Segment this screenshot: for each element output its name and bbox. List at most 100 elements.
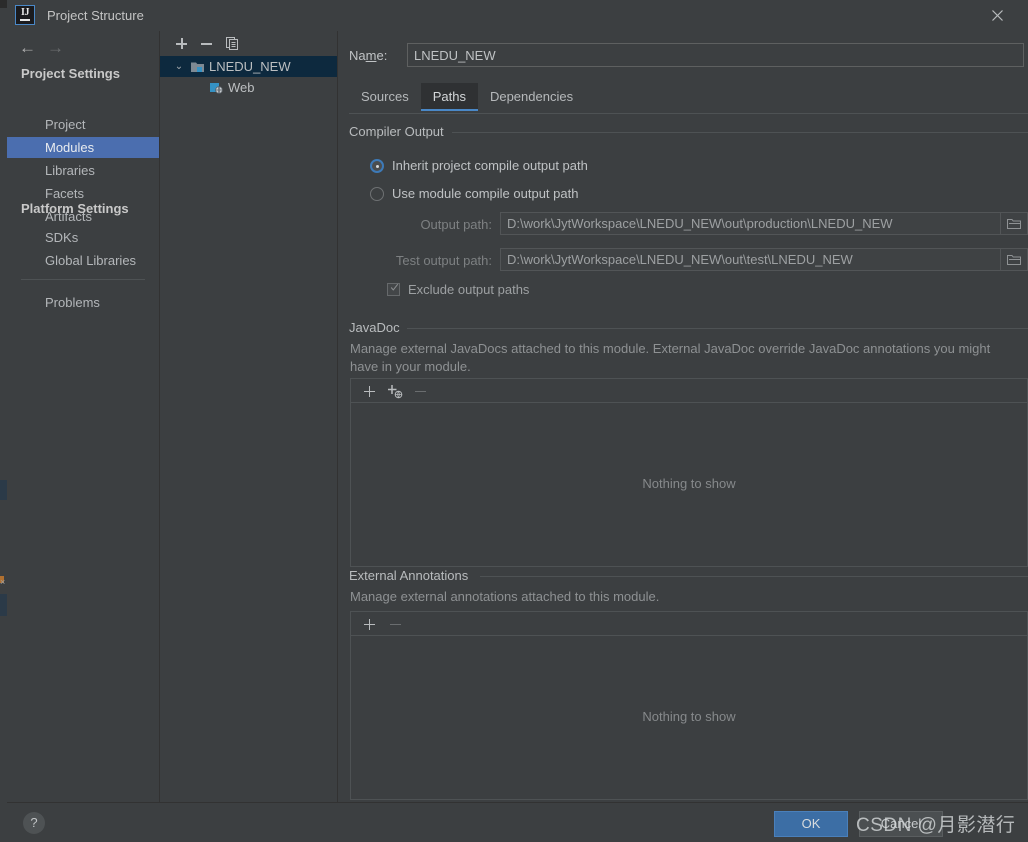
minus-icon [389,619,401,630]
edge-artifact [0,594,7,616]
output-path-field[interactable]: D:\work\JytWorkspace\LNEDU_NEW\out\produ… [500,212,1010,235]
help-button[interactable]: ? [23,812,45,834]
compiler-output-title: Compiler Output [349,124,450,139]
forward-arrow-icon[interactable]: → [47,39,64,56]
module-tree-rows: ⌄ LNEDU_NEW Web [160,56,337,98]
edge-artifact-glyph: × [0,577,6,587]
plus-icon [176,38,187,49]
ok-button[interactable]: OK [774,811,848,837]
tabs-underline [349,113,1028,114]
external-annotations-empty-text: Nothing to show [642,709,736,724]
test-output-path-browse-button[interactable] [1000,248,1028,271]
add-annotation-path-button[interactable] [360,615,378,633]
external-annotations-divider [480,576,1028,577]
external-annotations-group: External Annotations Manage external ann… [349,568,1028,803]
javadoc-description: Manage external JavaDocs attached to thi… [350,341,991,374]
copy-icon [226,37,238,50]
module-name-label: Name: [349,48,387,63]
sidebar-item-project[interactable]: Project [7,114,159,135]
plus-icon [363,618,375,630]
module-tree-toolbar [160,31,337,56]
intellij-logo-icon: IJ [15,5,35,25]
name-label-prefix: Na [349,48,366,63]
intellij-logo-text: IJ [21,7,29,18]
add-javadoc-url-button[interactable] [386,382,404,400]
plus-icon [363,385,375,397]
javadoc-group: JavaDoc Manage external JavaDocs attache… [349,320,1028,575]
javadoc-title: JavaDoc [349,320,406,335]
web-facet-icon [210,83,223,94]
tree-node-module[interactable]: ⌄ LNEDU_NEW [160,56,337,77]
project-structure-dialog-window: set.css.root.css.ver.bottom: color: #717… [0,0,1028,842]
sidebar-item-sdks[interactable]: SDKs [7,227,159,248]
test-output-path-label: Test output path: [395,253,492,268]
chevron-down-icon[interactable]: ⌄ [173,56,185,77]
external-annotations-description: Manage external annotations attached to … [350,589,660,604]
edge-artifact [0,480,7,500]
sidebar-group-project-settings: Project Settings [21,66,120,81]
javadoc-empty-text: Nothing to show [642,476,736,491]
close-icon[interactable] [974,0,1020,31]
test-output-path-field[interactable]: D:\work\JytWorkspace\LNEDU_NEW\out\test\… [500,248,1010,271]
name-label-mnemonic: m [365,48,377,63]
intellij-logo-bar [20,19,30,21]
back-arrow-icon[interactable]: ← [19,39,36,56]
add-javadoc-path-button[interactable] [360,382,378,400]
output-path-label: Output path: [420,217,492,232]
external-annotations-list-toolbar [350,611,1028,635]
name-label-suffix: e: [376,48,388,63]
javadoc-divider [407,328,1028,329]
tab-paths[interactable]: Paths [420,83,479,111]
dialog-bottombar: ? OK Cancel [7,803,1028,842]
folder-icon [1007,254,1021,265]
ide-left-edge-strip: × [0,8,7,842]
plus-globe-icon [387,384,402,398]
copy-module-button[interactable] [222,33,243,54]
exclude-output-checkbox-box [387,283,400,296]
javadoc-list-toolbar [350,378,1028,402]
remove-annotation-button [386,615,404,633]
tab-dependencies[interactable]: Dependencies [478,83,585,111]
folder-icon [1007,218,1021,229]
dialog-title: Project Structure [47,8,144,23]
cancel-button[interactable]: Cancel [859,811,943,837]
sidebar-group-platform-settings: Platform Settings [21,201,129,216]
sidebar-divider [21,279,145,280]
minus-icon [201,38,212,49]
sidebar-item-problems[interactable]: Problems [7,292,159,313]
radio-use-module-indicator [370,187,384,201]
tab-sources[interactable]: Sources [349,83,421,111]
radio-inherit-indicator [370,159,384,173]
test-output-path-value: D:\work\JytWorkspace\LNEDU_NEW\out\test\… [507,252,853,267]
module-icon [191,62,204,72]
sidebar-item-global-libraries[interactable]: Global Libraries [7,250,159,271]
tree-node-module-label: LNEDU_NEW [209,59,291,74]
tree-node-web-facet[interactable]: Web [160,77,337,98]
compiler-output-group: Compiler Output Inherit project compile … [349,124,1028,324]
module-tree-panel: ⌄ LNEDU_NEW Web [160,31,338,802]
module-tabs: Sources Paths Dependencies [349,83,1028,113]
external-annotations-list-body: Nothing to show [350,635,1028,800]
close-icon-glyph [991,10,1003,21]
radio-inherit-label: Inherit project compile output path [392,158,588,173]
module-name-input[interactable] [407,43,1024,67]
external-annotations-title: External Annotations [349,568,475,583]
dialog-body: IJ Project Structure ← → Project Setting… [7,0,1028,842]
remove-module-button[interactable] [196,33,217,54]
settings-sidebar: ← → Project Settings Project Modules Lib… [7,31,160,802]
module-settings-content: Name: Sources Paths Dependencies Compile… [338,31,1028,802]
dialog-titlebar: IJ Project Structure [7,0,1028,32]
sidebar-item-libraries[interactable]: Libraries [7,160,159,181]
tree-node-web-label: Web [228,80,255,95]
add-module-button[interactable] [171,33,192,54]
sidebar-item-modules[interactable]: Modules [7,137,159,158]
output-path-browse-button[interactable] [1000,212,1028,235]
javadoc-list-body: Nothing to show [350,402,1028,567]
radio-use-module-label: Use module compile output path [392,186,579,201]
sidebar-nav-arrows: ← → [7,31,159,65]
compiler-output-divider [452,132,1028,133]
minus-icon [414,386,426,397]
exclude-output-label: Exclude output paths [408,282,530,297]
remove-javadoc-button [411,382,429,400]
output-path-value: D:\work\JytWorkspace\LNEDU_NEW\out\produ… [507,216,893,231]
